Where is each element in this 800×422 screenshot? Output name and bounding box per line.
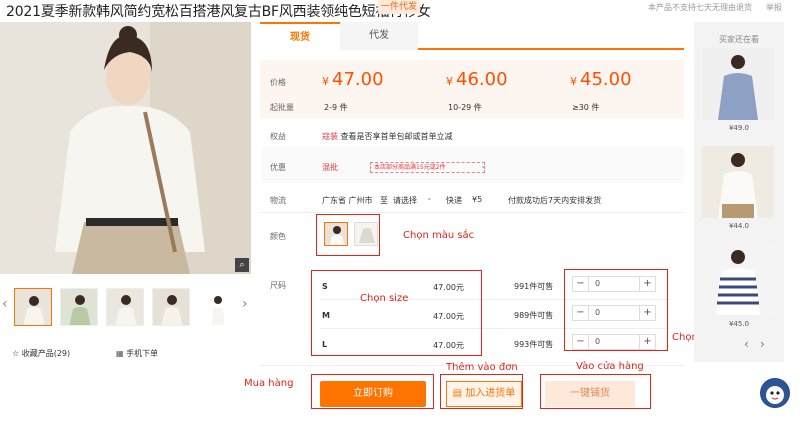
qty-tier-2: 10-29 件 [448, 103, 482, 112]
mobile-order-label: 手机下单 [126, 349, 159, 358]
return-notice: 本产品不支持七天无理由退货 [648, 3, 752, 12]
product-title: 2021夏季新款韩风简约宽松百搭港风复古BF风西装领纯色短袖衬衫女 [6, 4, 431, 20]
logistics-label: 物流 [270, 196, 286, 205]
sidebar-next-icon[interactable]: › [760, 337, 765, 351]
size-highlight-box [311, 270, 482, 356]
promo-type: 混批 [322, 163, 338, 172]
qr-icon: ▦ [116, 349, 127, 358]
zoom-icon[interactable]: ⌕ [235, 258, 249, 272]
price-panel: 价格 起批量 ¥47.00 2-9 件 ¥46.00 10-29 件 ¥45.0… [260, 60, 684, 118]
benefit-text: 查看是否享首单包邮或首单立减 [340, 132, 453, 141]
benefit-row[interactable]: 寇装 查看是否享首单包邮或首单立减 [322, 131, 453, 142]
moq-label: 起批量 [270, 103, 294, 112]
annotation-cart: Thêm vào đơn [446, 362, 518, 373]
ship-to-select[interactable]: 请选择 [393, 195, 417, 206]
price-tier-1: ¥47.00 [322, 69, 384, 90]
thumbnail[interactable] [14, 288, 52, 326]
express-label: 快递 [446, 196, 462, 205]
color-highlight-box [316, 214, 380, 256]
chevron-down-icon[interactable]: ⌄ [480, 161, 487, 170]
quantity-highlight-box [564, 269, 668, 351]
ship-from: 广东省 广州市 [322, 196, 373, 205]
promo-label: 优惠 [270, 163, 286, 172]
mascot-icon[interactable] [760, 378, 790, 408]
recommend-price: ¥45.0 [728, 320, 750, 328]
annotation-color: Chọn màu sắc [403, 230, 475, 241]
favorite-button[interactable]: ☆ 收藏产品(29) [12, 348, 70, 359]
recommend-price: ¥44.0 [728, 222, 750, 230]
thumbnail[interactable] [198, 288, 236, 326]
ship-note: 付款成功后7天内安排发货 [508, 196, 602, 205]
price-tier-3: ¥45.00 [570, 69, 632, 90]
thumb-next-icon[interactable]: › [242, 296, 248, 312]
cart-highlight-box [440, 374, 523, 409]
annotation-buy: Mua hàng [244, 378, 294, 389]
thumbnail-strip: ‹ › [0, 282, 255, 332]
annotation-size: Chọn size [360, 293, 409, 304]
recommend-item[interactable] [702, 146, 774, 218]
price-tier-2: ¥46.00 [446, 69, 508, 90]
recommend-item[interactable] [702, 243, 774, 315]
buy-highlight-box [311, 374, 434, 409]
promo-text[interactable]: 本店部分商品满15元或2件 [370, 162, 485, 173]
size-label: 尺码 [270, 281, 286, 290]
mobile-order-link[interactable]: ▦ 手机下单 [116, 348, 158, 359]
stock-count: 989件可售 [514, 311, 554, 320]
shop-highlight-box [540, 374, 651, 409]
qty-tier-3: ≥30 件 [572, 103, 600, 112]
tab-spot[interactable]: 现货 [260, 22, 340, 50]
annotation-shop: Vào cửa hàng [576, 361, 644, 372]
sidebar-title: 买家还在看 [719, 35, 759, 44]
divider [260, 212, 684, 213]
price-label: 价格 [270, 78, 286, 87]
benefit-tag: 寇装 [322, 132, 338, 141]
thumbnail[interactable] [106, 288, 144, 326]
sidebar-prev-icon[interactable]: ‹ [744, 337, 749, 351]
report-link[interactable]: 举报 [766, 2, 782, 13]
stock-count: 991件可售 [514, 282, 554, 291]
dropship-badge: 一件代发 [378, 0, 420, 14]
recommend-item[interactable] [702, 48, 774, 120]
thumbnail[interactable] [60, 288, 98, 326]
benefit-label: 权益 [270, 132, 286, 141]
color-label: 颜色 [270, 232, 286, 241]
tab-dropship[interactable]: 代发 [340, 22, 418, 50]
qty-tier-1: 2-9 件 [324, 103, 348, 112]
thumb-prev-icon[interactable]: ‹ [2, 296, 8, 312]
thumbnail[interactable] [152, 288, 190, 326]
shipping-fee: ¥5 [472, 195, 483, 204]
stock-count: 993件可售 [514, 340, 554, 349]
chevron-down-icon[interactable]: ⌄ [426, 193, 433, 202]
recommend-price: ¥49.0 [728, 124, 750, 132]
tab-bar: 现货 代发 [260, 22, 684, 50]
main-product-image: ⌕ [0, 22, 251, 274]
ship-to-arrow: 至 [380, 196, 388, 205]
